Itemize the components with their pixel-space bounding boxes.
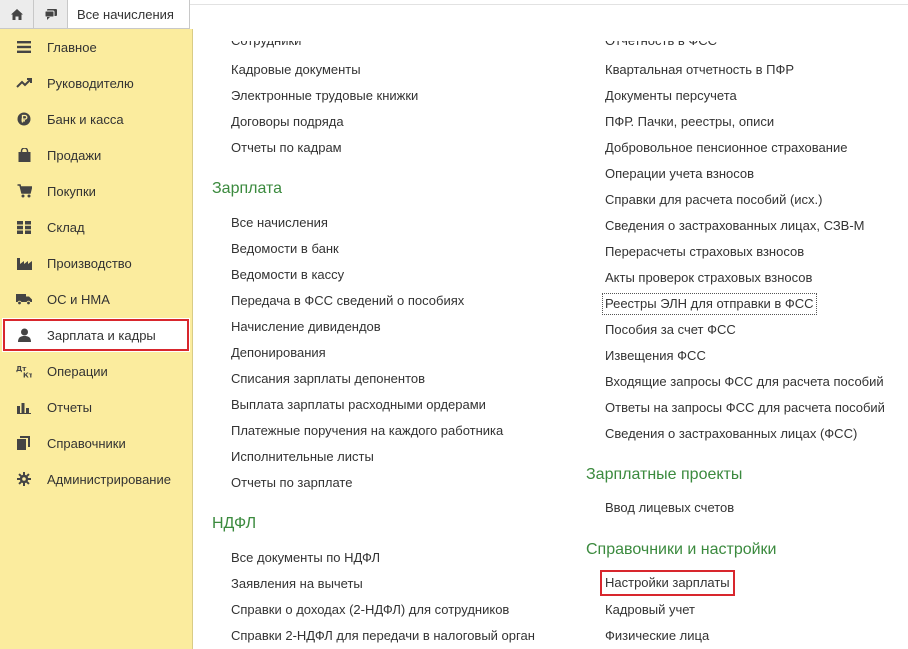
warehouse-grid-icon [15,219,33,235]
link-pfr-packs[interactable]: ПФР. Пачки, реестры, описи [605,114,774,130]
books-icon [15,435,33,451]
link-eln-registries[interactable]: Реестры ЭЛН для отправки в ФСС [602,293,817,315]
trend-icon [15,75,33,91]
link-hr-documents[interactable]: Кадровые документы [231,62,361,78]
sidebar-item-label: Операции [47,363,108,379]
link-deduction-applications[interactable]: Заявления на вычеты [231,576,363,592]
sidebar-item-reports[interactable]: Отчеты [0,390,193,424]
link-contracts[interactable]: Договоры подряда [231,114,344,130]
sidebar-item-label: Банк и касса [47,111,124,127]
link-payment-orders[interactable]: Платежные поручения на каждого работника [231,423,503,439]
menu-icon [15,39,33,55]
link-deposits[interactable]: Депонирования [231,345,326,361]
truck-icon [15,291,33,307]
link-insured-persons-fss[interactable]: Сведения о застрахованных лицах (ФСС) [605,426,857,442]
cart-icon [15,183,33,199]
sidebar-item-label: Склад [47,219,85,235]
link-contribution-ops[interactable]: Операции учета взносов [605,166,754,182]
discussions-button[interactable] [34,0,68,28]
link-2ndfl-employees[interactable]: Справки о доходах (2-НДФЛ) для сотрудник… [231,602,509,618]
ruble-coin-icon [15,111,33,127]
link-personal-records[interactable]: Документы персучета [605,88,737,104]
link-pfr-quarterly[interactable]: Квартальная отчетность в ПФР [605,62,794,78]
link-fss-request-answers[interactable]: Ответы на запросы ФСС для расчета пособи… [605,400,885,416]
top-tab-bar: Все начисления [0,0,190,29]
link-cash-order-payments[interactable]: Выплата зарплаты расходными ордерами [231,397,486,413]
gear-icon [15,471,33,487]
sidebar-item-main[interactable]: Главное [0,30,193,64]
link-salary-reports[interactable]: Отчеты по зарплате [231,475,352,491]
sidebar-item-bank[interactable]: Банк и касса [0,102,193,136]
link-hr-accounting[interactable]: Кадровый учет [605,602,695,618]
svg-text:Кт: Кт [23,372,32,379]
tab-all-accruals[interactable]: Все начисления [68,0,190,28]
debit-credit-icon: Дт Кт [15,363,33,379]
link-2ndfl-tax-office[interactable]: Справки 2-НДФЛ для передачи в налоговый … [231,628,535,644]
sidebar-item-fixed-assets[interactable]: ОС и НМА [0,282,193,316]
link-fss-reporting[interactable]: Отчетность в ФСС [605,41,717,49]
section-heading-salary-projects: Зарплатные проекты [586,466,743,483]
link-audit-acts[interactable]: Акты проверок страховых взносов [605,270,812,286]
sidebar-item-directories[interactable]: Справочники [0,426,193,460]
shopping-bag-icon [15,147,33,163]
link-fss-benefits[interactable]: Пособия за счет ФСС [605,322,736,338]
section-panel: Сотрудники Кадровые документы Электронны… [193,5,908,649]
person-icon [15,327,33,343]
link-deposit-writeoffs[interactable]: Списания зарплаты депонентов [231,371,425,387]
link-recalculations[interactable]: Перерасчеты страховых взносов [605,244,804,260]
section-heading-ndfl: НДФЛ [212,515,257,532]
sidebar-item-label: Зарплата и кадры [47,327,156,343]
home-button[interactable] [0,0,34,28]
sidebar-item-label: Отчеты [47,399,92,415]
link-fss-benefits-transfer[interactable]: Передача в ФСС сведений о пособиях [231,293,464,309]
chat-icon [44,8,57,20]
link-szv-m[interactable]: Сведения о застрахованных лицах, СЗВ-М [605,218,865,234]
sidebar-item-label: Главное [47,39,97,55]
link-fss-notices[interactable]: Извещения ФСС [605,348,706,364]
sidebar: Главное Руководителю Банк и касса Продаж… [0,29,193,649]
sidebar-item-label: Покупки [47,183,96,199]
home-icon [10,8,23,20]
sidebar-item-salary-and-hr[interactable]: Зарплата и кадры [2,318,190,352]
link-dividends[interactable]: Начисление дивидендов [231,319,381,335]
link-individuals[interactable]: Физические лица [605,628,709,644]
link-all-accruals[interactable]: Все начисления [231,215,328,231]
link-bank-statements[interactable]: Ведомости в банк [231,241,339,257]
link-cash-statements[interactable]: Ведомости в кассу [231,267,344,283]
sidebar-item-purchases[interactable]: Покупки [0,174,193,208]
sidebar-item-operations[interactable]: Дт Кт Операции [0,354,193,388]
sidebar-item-label: Администрирование [47,471,171,487]
link-voluntary-pension[interactable]: Добровольное пенсионное страхование [605,140,847,156]
link-benefit-certificates[interactable]: Справки для расчета пособий (исх.) [605,192,822,208]
link-electronic-workbooks[interactable]: Электронные трудовые книжки [231,88,418,104]
link-hr-reports[interactable]: Отчеты по кадрам [231,140,342,156]
sidebar-item-label: Продажи [47,147,102,163]
sidebar-item-manager[interactable]: Руководителю [0,66,193,100]
bar-chart-icon [15,399,33,415]
factory-icon [15,255,33,271]
sidebar-item-warehouse[interactable]: Склад [0,210,193,244]
link-fss-incoming-requests[interactable]: Входящие запросы ФСС для расчета пособий [605,374,884,390]
sidebar-item-sales[interactable]: Продажи [0,138,193,172]
section-heading-directories-settings: Справочники и настройки [586,541,777,558]
link-all-ndfl-docs[interactable]: Все документы по НДФЛ [231,550,380,566]
sidebar-item-label: ОС и НМА [47,291,110,307]
sidebar-item-administration[interactable]: Администрирование [0,462,193,496]
section-heading-salary: Зарплата [212,180,283,197]
sidebar-item-label: Руководителю [47,75,134,91]
sidebar-item-label: Производство [47,255,132,271]
link-employees[interactable]: Сотрудники [231,41,301,49]
sidebar-item-label: Справочники [47,435,126,451]
sidebar-item-production[interactable]: Производство [0,246,193,280]
link-salary-settings[interactable]: Настройки зарплаты [600,570,735,596]
link-writs[interactable]: Исполнительные листы [231,449,374,465]
link-personal-accounts[interactable]: Ввод лицевых счетов [605,500,734,516]
